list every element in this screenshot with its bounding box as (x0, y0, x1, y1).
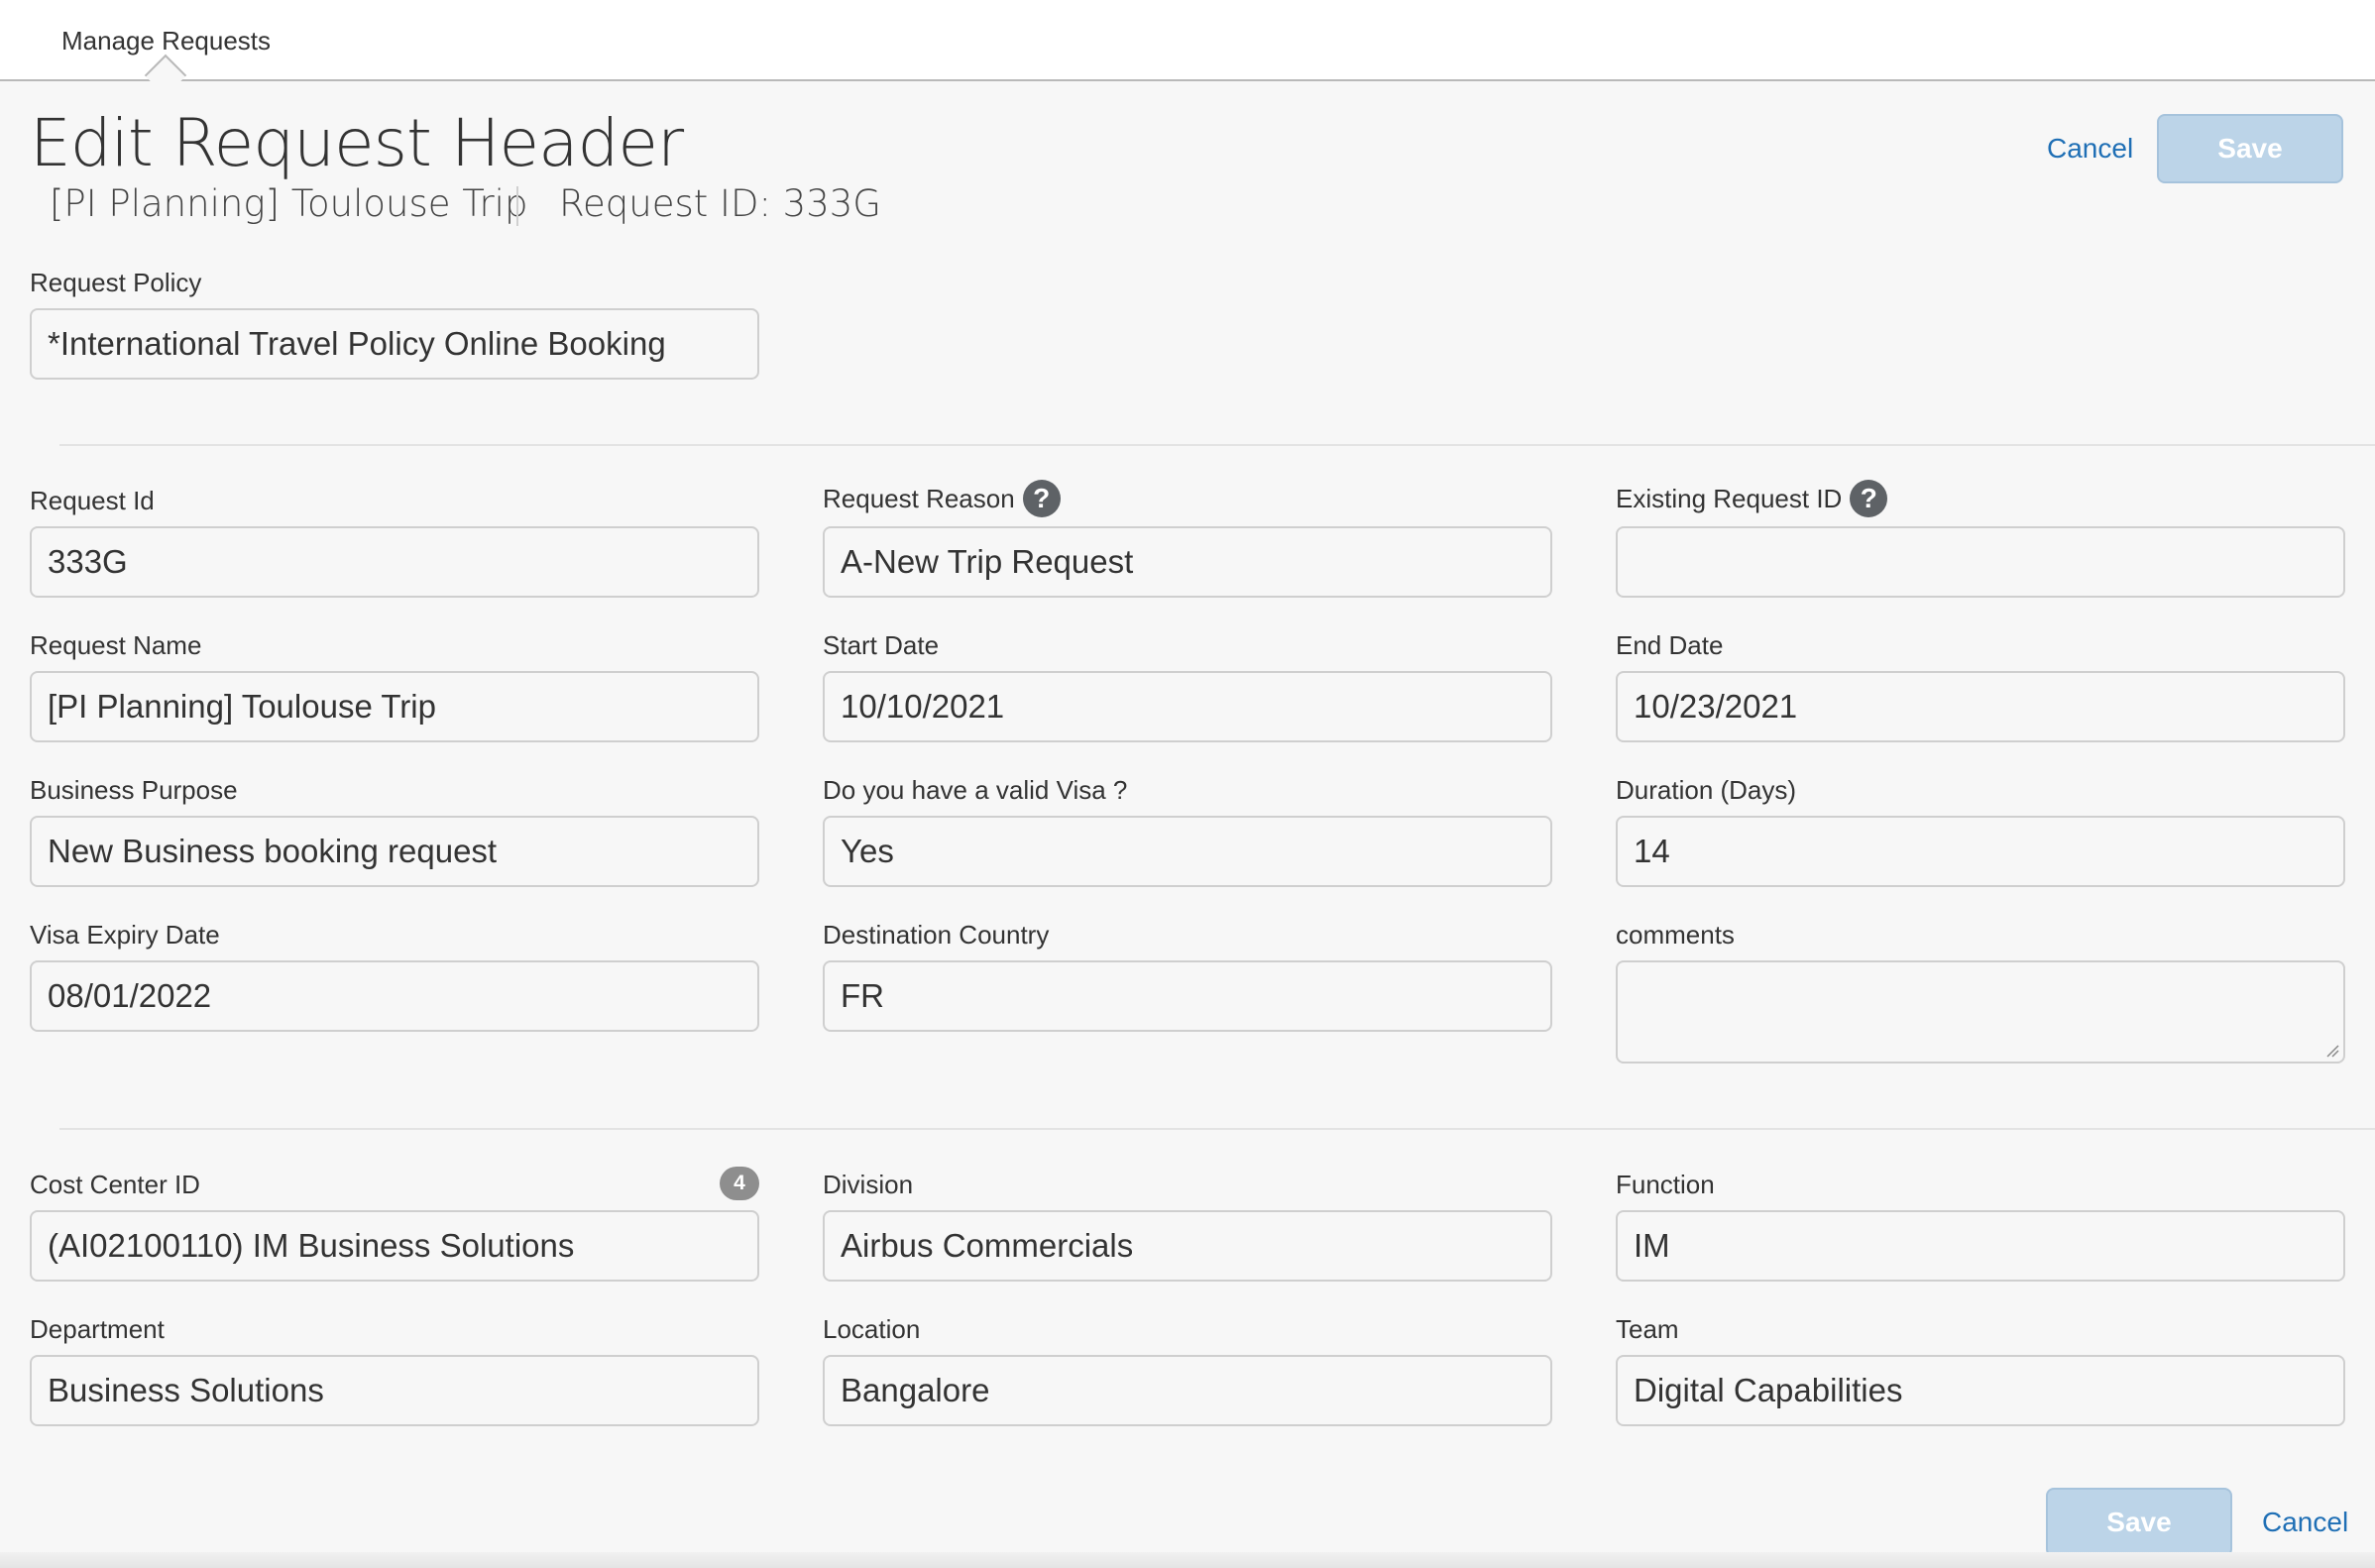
comments-textarea[interactable] (1616, 960, 2345, 1064)
team-label: Team (1616, 1314, 1679, 1344)
resize-handle-icon[interactable] (2325, 1044, 2339, 1058)
department-field[interactable]: Business Solutions (30, 1355, 759, 1426)
business-purpose-field[interactable]: New Business booking request (30, 816, 759, 887)
business-purpose-label: Business Purpose (30, 775, 238, 805)
end-date-field[interactable]: 10/23/2021 (1616, 671, 2345, 742)
existing-request-id-label: Existing Request ID? (1616, 480, 1888, 519)
page-title: Edit Request Header (30, 105, 684, 181)
duration-label: Duration (Days) (1616, 775, 1797, 805)
subtitle-divider (516, 186, 518, 226)
destination-country-label: Destination Country (823, 920, 1050, 950)
help-icon[interactable]: ? (1850, 480, 1888, 517)
cost-center-count-badge: 4 (720, 1167, 759, 1200)
request-id-field[interactable]: 333G (30, 526, 759, 598)
request-reason-field[interactable]: A-New Trip Request (823, 526, 1552, 598)
team-field[interactable]: Digital Capabilities (1616, 1355, 2345, 1426)
existing-request-id-field[interactable] (1616, 526, 2345, 598)
request-name-label: Request Name (30, 630, 202, 660)
visa-expiry-label: Visa Expiry Date (30, 920, 220, 950)
function-label: Function (1616, 1170, 1715, 1199)
valid-visa-field[interactable]: Yes (823, 816, 1552, 887)
request-policy-field[interactable]: *International Travel Policy Online Book… (30, 308, 759, 380)
section-divider (59, 1128, 2375, 1130)
duration-field[interactable]: 14 (1616, 816, 2345, 887)
request-id-subtitle: Request ID: 333G (559, 182, 881, 225)
valid-visa-label: Do you have a valid Visa ? (823, 775, 1128, 805)
cost-center-field[interactable]: (AI02100110) IM Business Solutions (30, 1210, 759, 1282)
start-date-label: Start Date (823, 630, 940, 660)
save-button-bottom[interactable]: Save (2046, 1488, 2232, 1557)
end-date-label: End Date (1616, 630, 1724, 660)
division-label: Division (823, 1170, 914, 1199)
division-field[interactable]: Airbus Commercials (823, 1210, 1552, 1282)
bottom-edge (0, 1552, 2375, 1568)
save-button-top[interactable]: Save (2157, 114, 2343, 183)
location-field[interactable]: Bangalore (823, 1355, 1552, 1426)
function-field[interactable]: IM (1616, 1210, 2345, 1282)
location-label: Location (823, 1314, 921, 1344)
active-tab-caret (144, 54, 187, 97)
request-reason-label: Request Reason? (823, 480, 1061, 519)
existing-request-id-label-text: Existing Request ID (1616, 483, 1843, 513)
tab-manage-requests[interactable]: Manage Requests (61, 26, 271, 56)
top-nav: Manage Requests (0, 0, 2375, 97)
section-divider (59, 444, 2375, 446)
cost-center-label: Cost Center ID (30, 1170, 200, 1199)
request-reason-label-text: Request Reason (823, 483, 1015, 513)
cancel-link-top[interactable]: Cancel (2047, 133, 2133, 165)
request-id-label: Request Id (30, 486, 155, 515)
request-policy-label: Request Policy (30, 268, 202, 297)
cancel-link-bottom[interactable]: Cancel (2262, 1507, 2348, 1538)
destination-country-field[interactable]: FR (823, 960, 1552, 1032)
help-icon[interactable]: ? (1022, 480, 1061, 517)
comments-label: comments (1616, 920, 1735, 950)
start-date-field[interactable]: 10/10/2021 (823, 671, 1552, 742)
request-name-field[interactable]: [PI Planning] Toulouse Trip (30, 671, 759, 742)
department-label: Department (30, 1314, 165, 1344)
request-name-subtitle: [PI Planning] Toulouse Trip (50, 182, 528, 225)
visa-expiry-field[interactable]: 08/01/2022 (30, 960, 759, 1032)
